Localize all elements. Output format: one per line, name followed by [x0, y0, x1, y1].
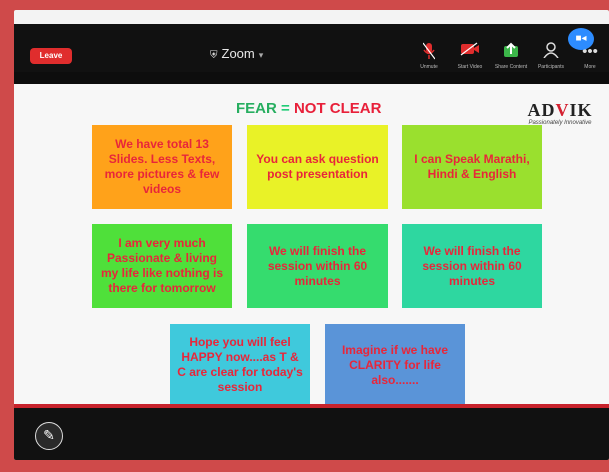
logo-v: V [555, 100, 570, 120]
shared-slide: FEAR = NOT CLEAR ADVIK Passionately Inno… [14, 84, 609, 406]
microphone-muted-icon [411, 42, 447, 62]
video-camera-icon: ■◂ [575, 33, 587, 44]
slide-card-text: We have total 13 Slides. Less Texts, mor… [104, 137, 220, 196]
pen-icon: ✎ [43, 427, 55, 443]
unmute-label: Unmute [420, 64, 438, 70]
slide-card-4: I am very much Passionate & living my li… [92, 224, 232, 308]
slide-title-not-clear: NOT CLEAR [293, 100, 382, 117]
slide-card-text: We will finish the session within 60 min… [422, 243, 522, 288]
slide-title: FEAR = NOT CLEAR [236, 100, 381, 117]
share-screen-icon [493, 42, 529, 62]
participants-label: Participants [537, 64, 565, 70]
slide-card-6: We will finish the session within 60 min… [402, 224, 542, 308]
slide-card-text: Imagine if we have CLARITY for life also… [341, 342, 449, 387]
logo-wordmark: ADVIK [527, 100, 592, 120]
slide-card-text: You can ask question post presentation [256, 152, 379, 181]
chevron-down-icon: ▾ [258, 50, 264, 60]
advik-logo: ADVIK Passionately Innovative [520, 100, 600, 126]
video-off-icon [452, 42, 488, 62]
participants-icon [533, 42, 569, 62]
start-video-button[interactable]: Start Video [452, 42, 488, 70]
zoom-window: Leave ⛨ Zoom ▾ Unmute Start Video Share Co… [14, 10, 609, 460]
annotate-pen-button[interactable]: ✎ [35, 422, 63, 450]
unmute-button[interactable]: Unmute [411, 42, 447, 70]
slide-card-1: We have total 13 Slides. Less Texts, mor… [92, 125, 232, 209]
slide-card-text: We will finish the session within 60 min… [267, 243, 368, 288]
meeting-bottom-bar: ✎ [14, 404, 609, 460]
slide-card-3: I can Speak Marathi, Hindi & English [402, 125, 542, 209]
start-video-label: Start Video [457, 64, 483, 70]
slide-title-equals: = [281, 100, 290, 117]
share-content-button[interactable]: Share Content [493, 42, 529, 70]
participants-button[interactable]: Participants [533, 42, 569, 70]
slide-card-8: Imagine if we have CLARITY for life also… [325, 324, 465, 406]
share-content-label: Share Content [494, 64, 528, 70]
shield-icon: ⛨ [210, 50, 218, 61]
logo-suffix: IK [569, 100, 593, 120]
meeting-title[interactable]: ⛨ Zoom ▾ [210, 46, 263, 61]
slide-card-2: You can ask question post presentation [247, 125, 388, 209]
slide-card-text: I am very much Passionate & living my li… [100, 236, 224, 295]
slide-card-text: I can Speak Marathi, Hindi & English [414, 152, 530, 181]
more-label: More [584, 64, 596, 70]
app-title: Zoom [221, 46, 255, 61]
slide-card-7: Hope you will feel HAPPY now....as T & C… [170, 324, 310, 406]
meeting-separator [14, 72, 609, 84]
leave-button[interactable]: Leave [30, 48, 72, 64]
meeting-top-bar: Leave ⛨ Zoom ▾ Unmute Start Video Share Co… [14, 24, 609, 72]
zoom-camera-button[interactable]: ■◂ [568, 28, 594, 50]
slide-card-text: Hope you will feel HAPPY now....as T & C… [177, 335, 303, 394]
slide-card-5: We will finish the session within 60 min… [247, 224, 388, 308]
slide-title-fear: FEAR [236, 100, 277, 117]
logo-prefix: AD [527, 100, 556, 120]
